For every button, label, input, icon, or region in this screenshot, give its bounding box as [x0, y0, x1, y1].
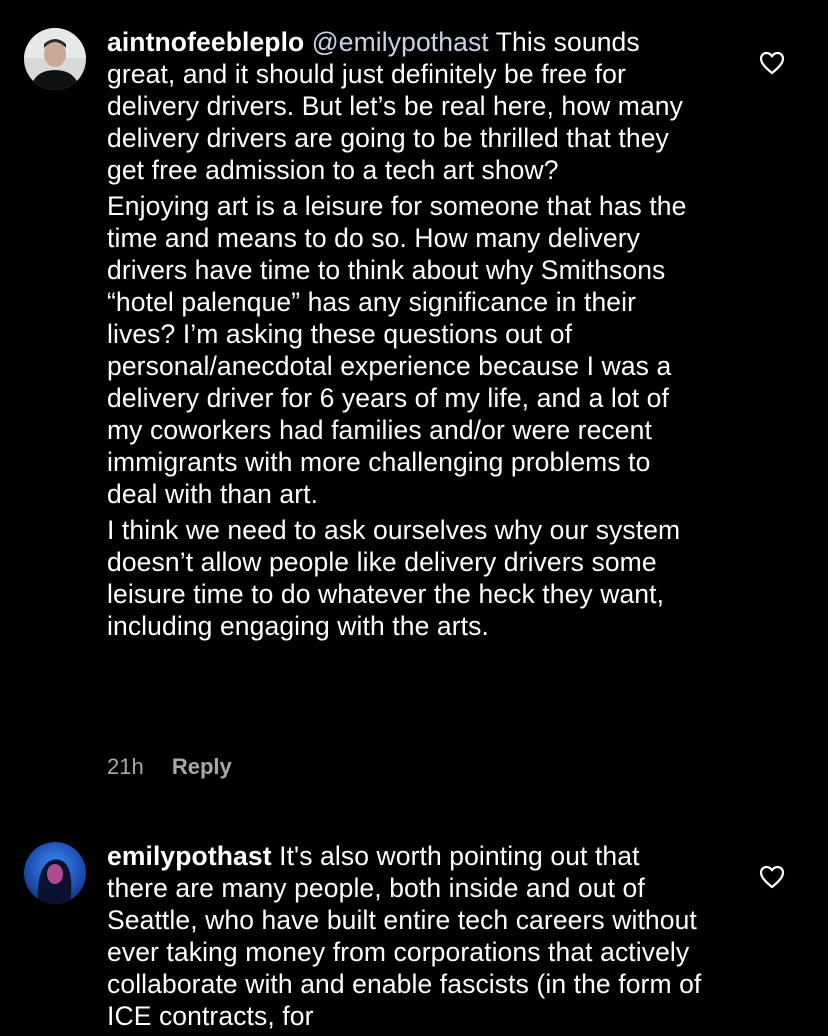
heart-outline-icon	[759, 51, 785, 75]
comment-first-paragraph: emilypothast It's also worth pointing ou…	[107, 840, 707, 1032]
comment-text: emilypothast It's also worth pointing ou…	[107, 840, 707, 1036]
avatar[interactable]	[24, 842, 86, 904]
comment-username[interactable]: emilypothast	[107, 841, 272, 871]
reply-button[interactable]: Reply	[172, 754, 232, 779]
person-portrait-icon	[24, 28, 86, 90]
comment-meta: 21h Reply	[107, 754, 232, 780]
mention-link[interactable]: @emilypothast	[312, 27, 489, 57]
comment-paragraph-3: I think we need to ask ourselves why our…	[107, 515, 681, 641]
like-button[interactable]	[759, 51, 785, 75]
avatar[interactable]	[24, 28, 86, 90]
like-button[interactable]	[759, 865, 785, 889]
comment-text: aintnofeebleplo @emilypothast This sound…	[107, 26, 707, 646]
comment-paragraph-2: Enjoying art is a leisure for someone th…	[107, 191, 687, 509]
comment-username[interactable]: aintnofeebleplo	[107, 27, 304, 57]
comment-first-paragraph: aintnofeebleplo @emilypothast This sound…	[107, 26, 707, 186]
heart-outline-icon	[759, 865, 785, 889]
person-portrait-icon	[24, 842, 86, 904]
comment-emilypothast: emilypothast It's also worth pointing ou…	[0, 800, 828, 1036]
comment-timestamp: 21h	[107, 754, 144, 779]
comment-aintnofeebleplo: aintnofeebleplo @emilypothast This sound…	[0, 0, 828, 800]
